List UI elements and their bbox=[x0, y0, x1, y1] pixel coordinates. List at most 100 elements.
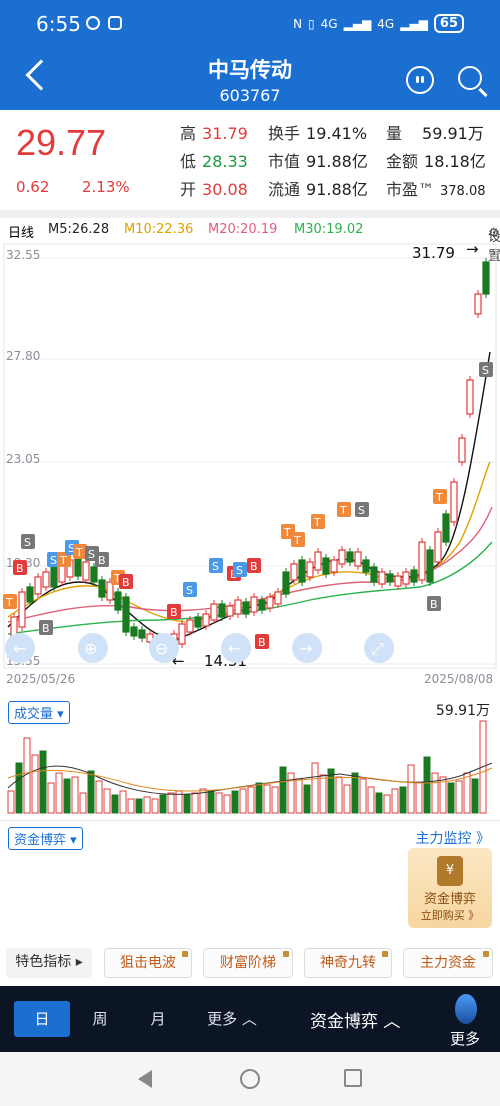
tab-more-periods[interactable]: 更多 ︿ bbox=[190, 1001, 274, 1037]
volume-bar bbox=[183, 794, 191, 814]
volume-bar bbox=[367, 786, 375, 814]
volume-bar bbox=[391, 788, 399, 814]
svg-text:S: S bbox=[88, 548, 95, 561]
tab-day[interactable]: 日 bbox=[14, 1001, 70, 1037]
y-tick-label: 23.05 bbox=[6, 452, 40, 466]
volume-bar bbox=[215, 792, 223, 814]
search-icon[interactable] bbox=[458, 66, 482, 90]
volume-bar bbox=[351, 772, 359, 814]
float-cell: 流通 91.88亿 bbox=[268, 180, 368, 199]
candle-body bbox=[242, 601, 250, 615]
svg-text:S: S bbox=[50, 554, 57, 567]
candle-body bbox=[50, 566, 58, 588]
svg-text:B: B bbox=[170, 606, 178, 619]
main-monitor-link[interactable]: 主力监控 》 bbox=[416, 828, 490, 848]
volume-bar bbox=[7, 790, 15, 814]
high-marker-label: 31.79 bbox=[412, 244, 455, 262]
feature-indicators-label[interactable]: 特色指标 ▸ bbox=[6, 948, 92, 978]
next-arrow-icon: → bbox=[299, 639, 312, 658]
fund-promo-card[interactable]: ¥ 资金博弈 立即购买 》 bbox=[408, 848, 492, 928]
candle-body bbox=[186, 619, 194, 633]
svg-text:T: T bbox=[435, 491, 443, 504]
volume-bar bbox=[295, 778, 303, 814]
open-cell: 开 30.08 bbox=[180, 180, 248, 199]
candle-body bbox=[378, 571, 386, 585]
volume-bar bbox=[255, 782, 263, 814]
svg-text:T: T bbox=[293, 534, 301, 547]
signal-bars-icon: ▂▄▆ bbox=[343, 16, 372, 31]
period-label[interactable]: 日线 bbox=[8, 222, 34, 241]
fund-indicator-dropdown[interactable]: 资金博弈 ▾ bbox=[8, 827, 83, 850]
candle-body bbox=[458, 437, 466, 463]
candle-body bbox=[274, 591, 282, 605]
candle-body bbox=[234, 599, 242, 615]
candle-body bbox=[130, 626, 138, 637]
candle-body bbox=[306, 561, 314, 578]
price-change: 0.62 bbox=[16, 178, 50, 196]
clock: 6:55 bbox=[36, 12, 81, 36]
volume-bar bbox=[231, 790, 239, 814]
signal-marker: T bbox=[337, 502, 351, 517]
signal-marker: S bbox=[479, 362, 493, 377]
nav-back-icon[interactable] bbox=[138, 1070, 152, 1088]
indicator-sniper-wave[interactable]: 狙击电波 bbox=[104, 948, 192, 978]
volume-bar bbox=[279, 766, 287, 814]
candle-body bbox=[122, 596, 130, 633]
fullscreen-icon: ⤢ bbox=[371, 639, 384, 658]
candle-body bbox=[450, 481, 458, 523]
svg-text:T: T bbox=[313, 516, 321, 529]
amount-cell: 金额 18.18亿 bbox=[386, 152, 486, 171]
volume-bar bbox=[455, 780, 463, 814]
volume-bar bbox=[103, 788, 111, 814]
candle-body bbox=[250, 596, 258, 613]
candle-body bbox=[218, 603, 226, 618]
promo-title: 资金博弈 bbox=[423, 892, 476, 907]
signal-icon-2: 4G bbox=[377, 16, 395, 31]
svg-text:B: B bbox=[122, 576, 130, 589]
candle-body bbox=[394, 575, 402, 587]
prev-arrow-icon: ← bbox=[228, 639, 241, 658]
svg-text:S: S bbox=[236, 564, 243, 577]
volume-bar bbox=[207, 790, 215, 814]
nav-recents-icon[interactable] bbox=[344, 1069, 362, 1087]
indicator-magic-nine[interactable]: 神奇九转 bbox=[304, 948, 392, 978]
candle-body bbox=[362, 559, 370, 573]
volume-bar bbox=[287, 772, 295, 814]
kline-chart[interactable]: 32.5527.8023.0518.3013.55 TBSBSTSTSBTBBS… bbox=[0, 242, 500, 692]
price-change-pct: 2.13% bbox=[82, 178, 130, 196]
customer-service-icon[interactable] bbox=[406, 66, 434, 94]
tab-month[interactable]: 月 bbox=[134, 1001, 182, 1037]
chart-grid bbox=[4, 257, 496, 665]
nav-home-icon[interactable] bbox=[240, 1069, 260, 1089]
signal-marker: T bbox=[73, 544, 87, 559]
candle-body bbox=[474, 293, 482, 315]
more-menu[interactable]: 更多 bbox=[450, 1028, 480, 1049]
lock-icon bbox=[283, 951, 289, 957]
candle-body bbox=[202, 613, 210, 627]
volume-max-label: 59.91万 bbox=[435, 703, 490, 719]
y-tick-label: 32.55 bbox=[6, 248, 40, 262]
candle-body bbox=[466, 379, 474, 415]
zoom-out-icon: ⊖ bbox=[155, 639, 168, 658]
candle-body bbox=[298, 559, 306, 583]
signal-marker: B bbox=[119, 574, 133, 589]
signal-icon-1: 4G bbox=[320, 16, 338, 31]
candle-body bbox=[410, 569, 418, 583]
candle-body bbox=[42, 571, 50, 588]
candle-body bbox=[138, 629, 146, 639]
tab-week[interactable]: 周 bbox=[76, 1001, 124, 1037]
mktcap-cell: 市值 91.88亿 bbox=[268, 152, 368, 171]
fund-game-menu[interactable]: 资金博弈 ︿ bbox=[310, 1007, 400, 1032]
candle-body bbox=[322, 557, 330, 575]
volume-bar bbox=[359, 778, 367, 814]
volume-bar bbox=[47, 782, 55, 814]
indicator-wealth-ladder[interactable]: 财富阶梯 bbox=[203, 948, 293, 978]
signal-marker: B bbox=[39, 620, 53, 635]
volume-cell: 量 59.91万 bbox=[386, 124, 484, 143]
battery-icon: 65 bbox=[433, 14, 464, 33]
svg-text:T: T bbox=[283, 526, 291, 539]
more-orb-icon[interactable] bbox=[455, 994, 477, 1024]
app-header: 6:55 N ▯ 4G ▂▄▆ 4G ▂▄▆ 65 中马传动 603767 bbox=[0, 0, 500, 110]
indicator-main-funds[interactable]: 主力资金 bbox=[403, 948, 493, 978]
candle-body bbox=[114, 591, 122, 611]
